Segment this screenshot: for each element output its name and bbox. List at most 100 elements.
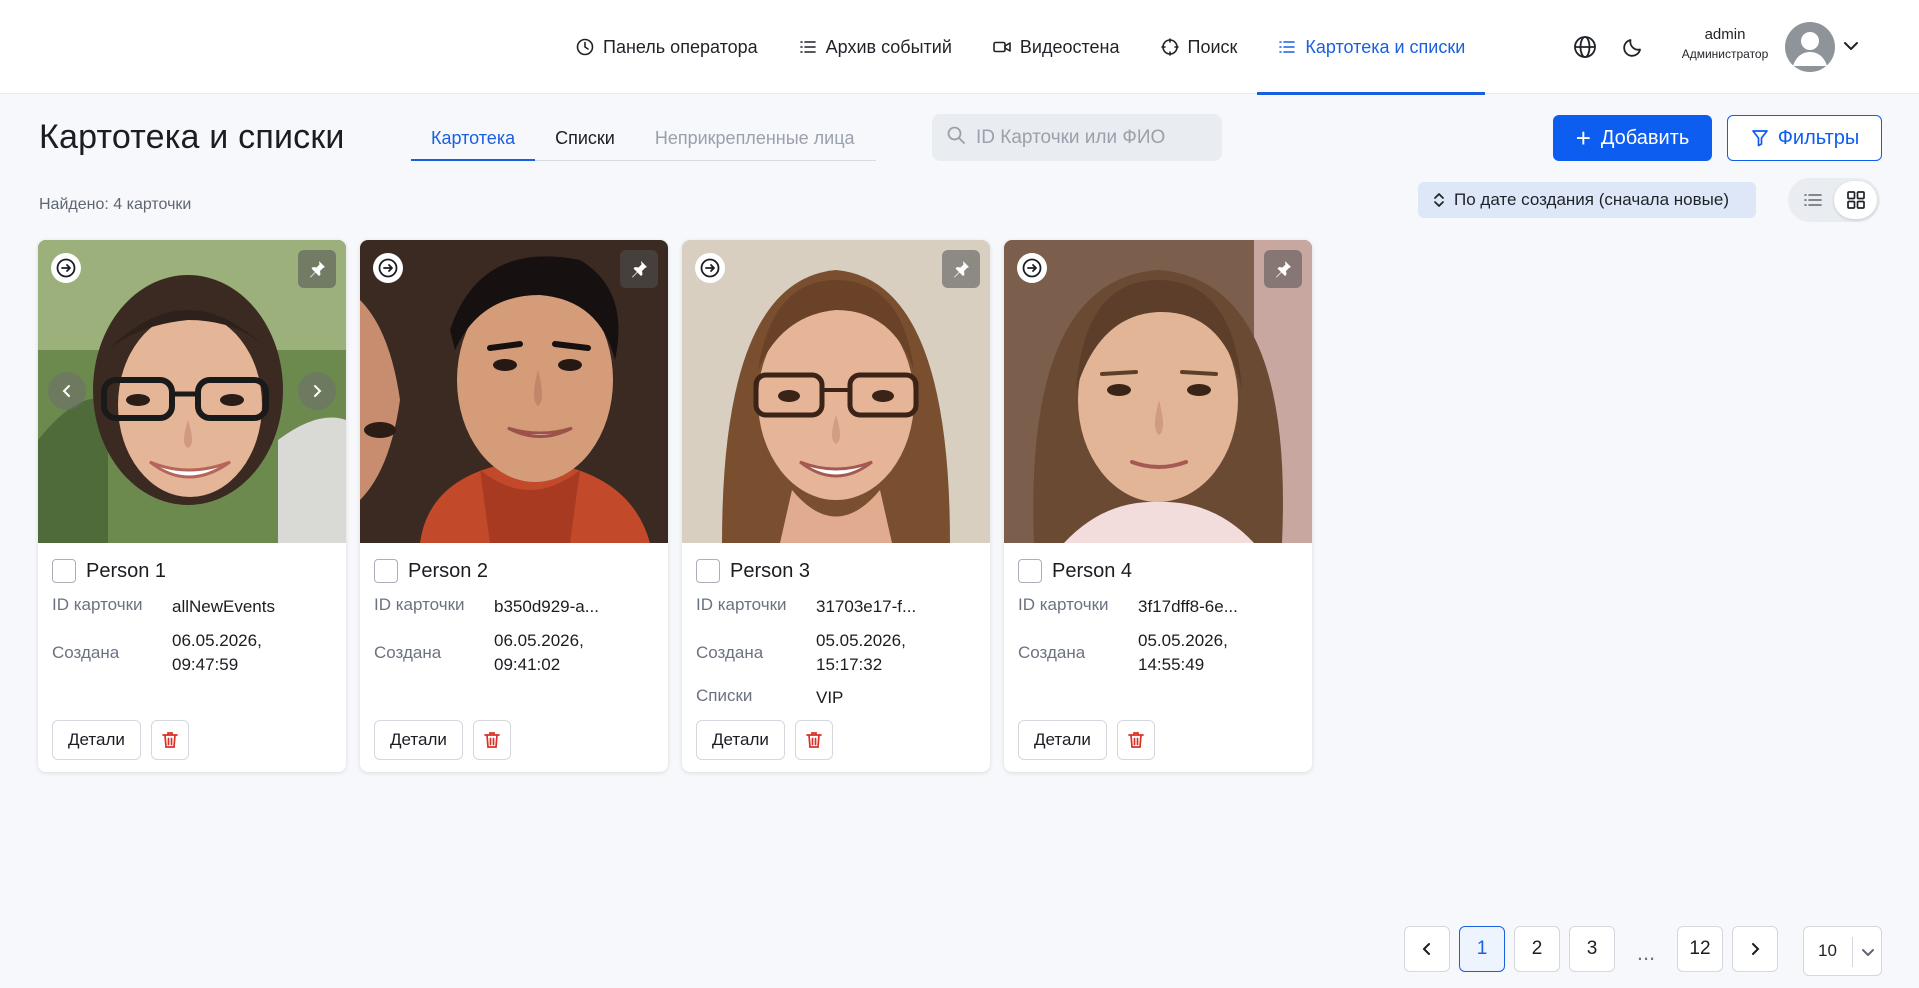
details-button[interactable]: Детали: [52, 720, 141, 760]
person-card: Person 1 ID карточки allNewEvents Создан…: [38, 240, 346, 772]
card-checkbox[interactable]: [1018, 559, 1042, 583]
page-button-2[interactable]: 2: [1514, 926, 1560, 972]
created-value: 05.05.2026, 14:55:49: [1138, 629, 1298, 677]
lists-value: VIP: [816, 688, 844, 708]
globe-icon[interactable]: [1571, 33, 1599, 61]
delete-button[interactable]: [1116, 720, 1155, 760]
prev-page-button[interactable]: [1404, 926, 1450, 972]
next-page-button[interactable]: [1732, 926, 1778, 972]
details-button[interactable]: Детали: [374, 720, 463, 760]
add-button[interactable]: + Добавить: [1553, 115, 1712, 161]
created-label: Создана: [374, 642, 442, 662]
crosshair-icon: [1160, 37, 1180, 57]
tab-card-index[interactable]: Картотека: [411, 118, 536, 161]
filter-icon: [1751, 130, 1768, 147]
page-title: Картотека и списки: [39, 118, 345, 156]
created-time: 14:55:49: [1138, 654, 1205, 674]
delete-button[interactable]: [150, 720, 189, 760]
user-name: admin: [1704, 26, 1746, 43]
chevron-right-icon: [1752, 943, 1760, 955]
created-value: 06.05.2026, 09:47:59: [172, 629, 332, 677]
avatar[interactable]: [1785, 22, 1835, 72]
person-card: Person 2 ID карточки b350d929-a... Созда…: [360, 240, 668, 772]
nav-item-search[interactable]: Поиск: [1140, 0, 1258, 94]
open-card-button[interactable]: [692, 250, 728, 286]
card-id-label: ID карточки: [696, 595, 787, 614]
person-card: Person 3 ID карточки 31703e17-f... Созда…: [682, 240, 990, 772]
page-button-1[interactable]: 1: [1459, 926, 1505, 972]
pin-button[interactable]: [942, 250, 980, 288]
nav-item-video-wall[interactable]: Видеостена: [972, 0, 1140, 94]
pin-button[interactable]: [298, 250, 336, 288]
card-checkbox[interactable]: [52, 559, 76, 583]
trash-icon: [484, 732, 500, 748]
open-card-button[interactable]: [370, 250, 406, 286]
nav-item-card-index[interactable]: Картотека и списки: [1257, 0, 1486, 95]
nav-item-operator-panel[interactable]: Панель оператора: [555, 0, 778, 94]
delete-button[interactable]: [794, 720, 833, 760]
pin-icon: [1276, 261, 1291, 278]
list-view-button[interactable]: [1791, 181, 1834, 219]
arrow-right-circle-icon: [695, 253, 725, 283]
tab-unattached-faces[interactable]: Неприкрепленные лица: [635, 118, 875, 161]
filters-button[interactable]: Фильтры: [1727, 115, 1882, 161]
created-time: 15:17:32: [816, 654, 883, 674]
card-checkbox[interactable]: [696, 559, 720, 583]
nav-item-event-archive[interactable]: Архив событий: [778, 0, 972, 94]
filters-button-label: Фильтры: [1777, 126, 1860, 149]
chevron-down-icon[interactable]: [1840, 35, 1862, 57]
card-grid: Person 1 ID карточки allNewEvents Создан…: [38, 240, 1312, 772]
divider: [1852, 937, 1853, 967]
carousel-next-button[interactable]: [298, 372, 336, 410]
created-time: 09:47:59: [172, 654, 239, 674]
clock-icon: [575, 37, 595, 57]
created-time: 09:41:02: [494, 654, 561, 674]
tab-lists[interactable]: Списки: [535, 118, 635, 161]
search-input[interactable]: [976, 126, 1206, 149]
user-role: Администратор: [1681, 47, 1769, 61]
delete-button[interactable]: [472, 720, 511, 760]
details-button[interactable]: Детали: [696, 720, 785, 760]
sort-select[interactable]: По дате создания (сначала новые): [1418, 182, 1756, 218]
search-icon: [946, 125, 966, 150]
created-date: 06.05.2026,: [172, 630, 262, 650]
details-button[interactable]: Детали: [1018, 720, 1107, 760]
nav-item-label: Панель оператора: [603, 36, 758, 57]
page-button-last[interactable]: 12: [1677, 926, 1723, 972]
results-count: Найдено: 4 карточки: [39, 196, 192, 213]
created-label: Создана: [1018, 642, 1086, 662]
created-label: Создана: [52, 642, 120, 662]
pin-button[interactable]: [1264, 250, 1302, 288]
grid-view-button[interactable]: [1834, 181, 1877, 219]
nav-item-label: Картотека и списки: [1305, 36, 1466, 57]
page-button-3[interactable]: 3: [1569, 926, 1615, 972]
chevron-down-icon: [1858, 942, 1878, 967]
pagination: 1 2 3 ... 12: [1404, 926, 1778, 972]
list-icon: [1277, 37, 1297, 57]
open-card-button[interactable]: [48, 250, 84, 286]
person-photo: [360, 240, 668, 543]
card-id-value: 31703e17-f...: [816, 597, 917, 616]
card-id-value: 3f17dff8-6e...: [1138, 597, 1238, 616]
card-id-label: ID карточки: [1018, 595, 1109, 614]
created-date: 05.05.2026,: [1138, 630, 1228, 650]
page-size-select[interactable]: 10: [1803, 926, 1882, 976]
user-info: admin Администратор: [1670, 26, 1780, 61]
card-id-label: ID карточки: [374, 595, 465, 614]
pin-icon: [954, 261, 969, 278]
tab-bar: Картотека Списки Неприкрепленные лица: [411, 118, 876, 161]
list-icon: [798, 37, 818, 57]
arrow-right-circle-icon: [51, 253, 81, 283]
trash-icon: [806, 732, 822, 748]
card-name: Person 2: [408, 559, 489, 582]
main-nav: Панель оператора Архив событий Видеостен…: [555, 0, 1486, 95]
pin-button[interactable]: [620, 250, 658, 288]
carousel-prev-button[interactable]: [48, 372, 86, 410]
nav-item-label: Видеостена: [1019, 36, 1120, 57]
trash-icon: [1128, 732, 1144, 748]
card-checkbox[interactable]: [374, 559, 398, 583]
person-photo: [682, 240, 990, 543]
list-icon: [1803, 194, 1822, 206]
open-card-button[interactable]: [1014, 250, 1050, 286]
moon-icon[interactable]: [1619, 33, 1647, 61]
